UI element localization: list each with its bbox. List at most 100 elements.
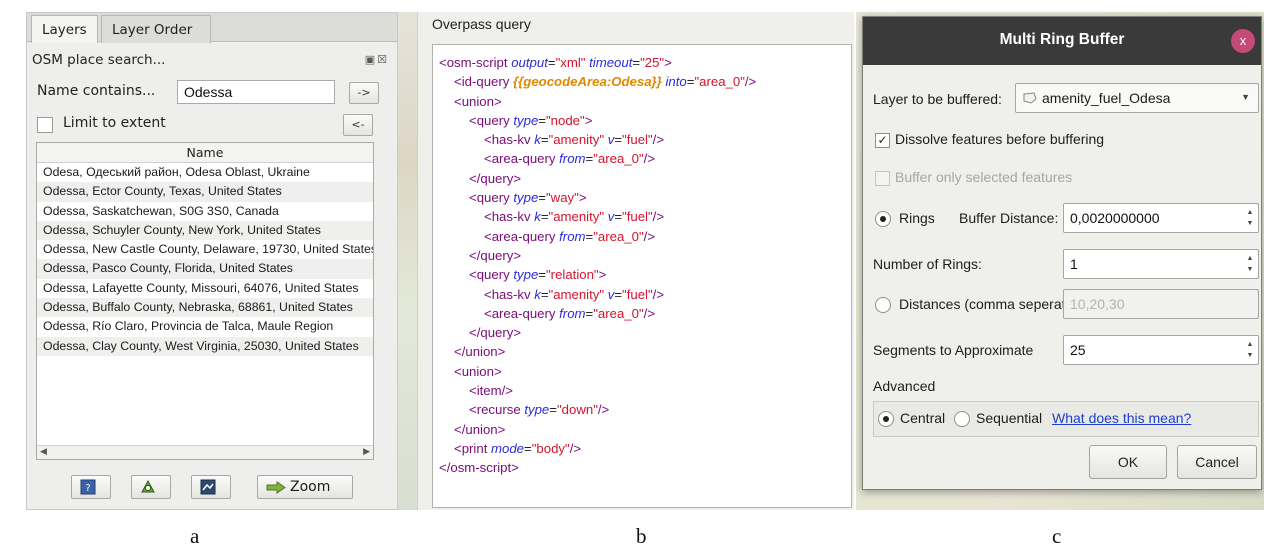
rings-radio[interactable] bbox=[875, 211, 891, 227]
code-line: <osm-script output="xml" timeout="25"> bbox=[439, 53, 851, 72]
scroll-left-icon[interactable]: ◀ bbox=[40, 447, 47, 457]
search-button[interactable]: -> bbox=[349, 82, 379, 104]
close-button[interactable]: x bbox=[1231, 29, 1255, 53]
zoom-label: Zoom bbox=[290, 479, 331, 495]
help-icon: ? bbox=[80, 479, 96, 495]
dialog-titlebar[interactable]: Multi Ring Buffer x bbox=[863, 17, 1261, 65]
dock-float-close-icons[interactable]: ▣☒ bbox=[365, 53, 389, 66]
code-token: <osm-script bbox=[439, 55, 512, 70]
code-token: /> bbox=[643, 151, 656, 167]
arrow-right-icon bbox=[266, 481, 286, 494]
spin-arrows-icon[interactable]: ▲ ▼ bbox=[1245, 253, 1255, 275]
code-token: type bbox=[513, 190, 539, 206]
tab-layer-order[interactable]: Layer Order bbox=[101, 15, 211, 43]
code-token: = bbox=[538, 190, 546, 206]
central-radio[interactable] bbox=[878, 411, 894, 427]
code-token: <area-query bbox=[484, 151, 560, 167]
code-token: <has-kv bbox=[484, 286, 535, 302]
name-contains-label: Name contains... bbox=[37, 83, 156, 99]
ok-button[interactable]: OK bbox=[1089, 445, 1167, 479]
map-canvas-strip[interactable] bbox=[398, 12, 418, 510]
spin-arrows-icon[interactable]: ▲ ▼ bbox=[1245, 339, 1255, 361]
distances-placeholder: 10,20,30 bbox=[1070, 296, 1125, 312]
horizontal-scrollbar[interactable]: ◀ ▶ bbox=[37, 445, 373, 459]
list-item[interactable]: Odesa, Одеський район, Odesa Oblast, Ukr… bbox=[37, 163, 373, 182]
list-item[interactable]: Odessa, Schuyler County, New York, Unite… bbox=[37, 220, 373, 241]
code-token: /> bbox=[652, 132, 665, 148]
segments-value: 25 bbox=[1070, 342, 1086, 358]
list-item[interactable]: Odessa, Clay County, West Virginia, 2503… bbox=[37, 336, 373, 356]
code-token: = bbox=[614, 286, 623, 302]
code-token: "fuel" bbox=[622, 209, 653, 225]
code-token: output bbox=[511, 55, 548, 70]
help-link[interactable]: What does this mean? bbox=[1052, 410, 1191, 426]
code-token: "xml" bbox=[555, 55, 586, 70]
sequential-radio[interactable] bbox=[954, 411, 970, 427]
code-token: /> bbox=[569, 440, 582, 456]
code-token: type bbox=[524, 402, 550, 418]
code-token: /> bbox=[652, 209, 665, 225]
query-editor[interactable]: <osm-script output="xml" timeout="25"> <i… bbox=[432, 44, 852, 508]
layer-select[interactable]: amenity_fuel_Odesa ▼ bbox=[1015, 83, 1259, 113]
code-token: = bbox=[540, 132, 549, 148]
code-token: > bbox=[584, 112, 593, 128]
code-line: <area-query from="area_0"/> bbox=[439, 227, 851, 246]
list-item[interactable]: Odessa, Saskatchewan, S0G 3S0, Canada bbox=[37, 202, 373, 221]
list-item[interactable]: Odessa, Lafayette County, Missouri, 6407… bbox=[37, 279, 373, 298]
list-item[interactable]: Odessa, Río Claro, Provincia de Talca, M… bbox=[37, 317, 373, 336]
buffer-distance-spinbox[interactable]: 0,0020000000 ▲ ▼ bbox=[1063, 203, 1259, 233]
column-header-name[interactable]: Name bbox=[37, 143, 373, 163]
number-of-rings-spinbox[interactable]: 1 ▲ ▼ bbox=[1063, 249, 1259, 279]
code-token: "node" bbox=[546, 112, 585, 128]
back-button[interactable]: <- bbox=[343, 114, 373, 136]
distances-input[interactable]: 10,20,30 bbox=[1063, 289, 1259, 319]
code-token: mode bbox=[491, 440, 525, 456]
code-token: "area_0" bbox=[593, 228, 644, 244]
cancel-button[interactable]: Cancel bbox=[1177, 445, 1257, 479]
float-icon[interactable]: ▣ bbox=[365, 53, 377, 66]
polygon-layer-icon bbox=[1023, 92, 1037, 104]
osm-place-search-panel: Layers Layer Order OSM place search... ▣… bbox=[26, 12, 398, 510]
code-token: k bbox=[534, 209, 541, 225]
code-token: <query bbox=[469, 267, 514, 283]
code-line: <query type="node"> bbox=[439, 111, 851, 130]
locate-button[interactable] bbox=[131, 475, 171, 499]
segments-label: Segments to Approximate bbox=[873, 342, 1034, 358]
limit-extent-checkbox[interactable] bbox=[37, 117, 53, 133]
code-token: > bbox=[664, 55, 672, 70]
list-item[interactable]: Odessa, Pasco County, Florida, United St… bbox=[37, 259, 373, 279]
code-token: "body" bbox=[531, 440, 570, 456]
selected-only-checkbox[interactable] bbox=[875, 171, 890, 186]
spin-arrows-icon[interactable]: ▲ ▼ bbox=[1245, 207, 1255, 229]
segments-spinbox[interactable]: 25 ▲ ▼ bbox=[1063, 335, 1259, 365]
code-line: <has-kv k="amenity" v="fuel"/> bbox=[439, 207, 851, 226]
code-token: "area_0" bbox=[694, 74, 745, 90]
extent-button[interactable] bbox=[191, 475, 231, 499]
list-item[interactable]: Odessa, New Castle County, Delaware, 197… bbox=[37, 240, 373, 259]
code-token: </union> bbox=[454, 344, 506, 360]
distances-radio[interactable] bbox=[875, 297, 891, 313]
list-item[interactable]: Odessa, Buffalo County, Nebraska, 68861,… bbox=[37, 298, 373, 318]
chevron-down-icon: ▼ bbox=[1241, 92, 1250, 102]
code-token: /> bbox=[744, 74, 757, 90]
code-token: <print bbox=[454, 440, 492, 456]
code-token: <area-query bbox=[484, 305, 560, 321]
number-of-rings-label: Number of Rings: bbox=[873, 256, 982, 272]
name-search-input[interactable]: Odessa bbox=[177, 80, 335, 104]
overpass-query-title: Overpass query bbox=[432, 16, 531, 32]
list-item[interactable]: Odessa, Ector County, Texas, United Stat… bbox=[37, 182, 373, 202]
sequential-label: Sequential bbox=[976, 410, 1043, 426]
tab-layers[interactable]: Layers bbox=[31, 15, 98, 43]
close-icon[interactable]: ☒ bbox=[377, 53, 389, 66]
code-line: <recurse type="down"/> bbox=[439, 400, 851, 419]
zoom-button[interactable]: Zoom bbox=[257, 475, 353, 499]
results-list[interactable]: Name Odesa, Одеський район, Odesa Oblast… bbox=[36, 142, 374, 460]
buffer-distance-label: Buffer Distance: bbox=[959, 210, 1059, 226]
help-button[interactable]: ? bbox=[71, 475, 111, 499]
code-token: /> bbox=[652, 286, 665, 302]
code-token: <query bbox=[469, 190, 514, 206]
code-line: <union> bbox=[439, 92, 851, 111]
code-line: <area-query from="area_0"/> bbox=[439, 149, 851, 168]
scroll-right-icon[interactable]: ▶ bbox=[363, 447, 370, 457]
dissolve-checkbox[interactable]: ✓ bbox=[875, 133, 890, 148]
